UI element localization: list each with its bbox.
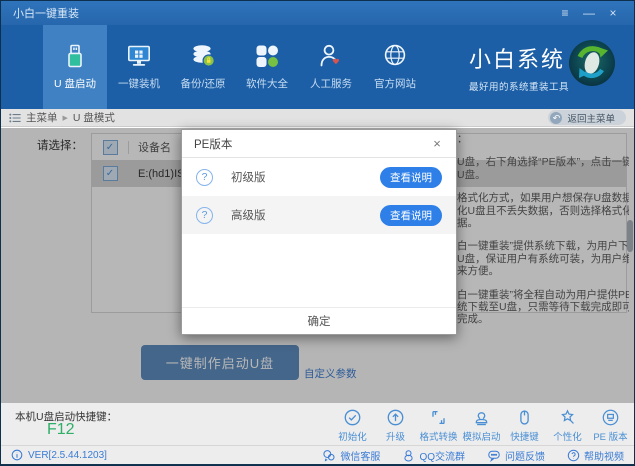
convert-brackets-icon — [429, 408, 448, 427]
pe-option-row-basic[interactable]: ? 初级版 查看说明 — [182, 158, 456, 196]
tool-label: 快捷键 — [510, 432, 539, 443]
nav-item-backup-restore[interactable]: 备份/还原 — [171, 25, 235, 109]
back-to-main-menu-button[interactable]: ↶ 返回主菜单 — [548, 110, 626, 125]
question-icon: ? — [196, 168, 213, 186]
tool-initialize[interactable]: 初始化 — [331, 403, 374, 445]
status-links: 微信客服 QQ交流群 问题反馈 帮助视频 — [322, 448, 624, 463]
status-link-label: 问题反馈 — [505, 451, 545, 463]
brand-logo-icon — [567, 38, 617, 88]
brand-tagline: 最好用的系统重装工具 — [469, 81, 570, 93]
tool-buttons: 初始化 升级 格式转换 模拟启动 快捷键 个性化 PE 版本 — [331, 403, 632, 445]
nav-item-support[interactable]: 人工服务 — [299, 25, 363, 109]
view-info-button[interactable]: 查看说明 — [380, 166, 442, 188]
back-button-label: 返回主菜单 — [567, 113, 615, 125]
question-circle-icon — [567, 449, 580, 462]
stamp-icon — [472, 408, 491, 427]
minimize-icon[interactable]: — — [580, 5, 598, 21]
speech-bubble-icon — [487, 449, 501, 462]
pe-version-dialog: PE版本 × ? 初级版 查看说明 ? 高级版 查看说明 确定 — [181, 129, 457, 335]
window-controls: ≡ — × — [556, 5, 622, 21]
breadcrumb-bar: 主菜单 ▶ U 盘模式 ↶ 返回主菜单 — [1, 109, 634, 127]
status-link-label: 微信客服 — [340, 451, 381, 463]
wechat-service-link[interactable]: 微信客服 — [322, 448, 380, 463]
back-arrow-icon: ↶ — [550, 111, 563, 124]
tool-label: 升级 — [385, 432, 405, 443]
title-bar: 小白一键重装 ≡ — × — [1, 1, 634, 25]
status-link-label: 帮助视频 — [584, 451, 624, 463]
tool-simulate-boot[interactable]: 模拟启动 — [460, 403, 503, 445]
check-circle-icon — [343, 408, 362, 427]
dialog-ok-button[interactable]: 确定 — [182, 307, 456, 334]
nav-item-usb-boot[interactable]: U 盘启动 — [43, 25, 107, 109]
globe-icon — [382, 43, 408, 69]
mouse-icon — [515, 408, 534, 427]
usb-drive-icon — [62, 43, 88, 69]
star-seal-icon — [558, 408, 577, 427]
app-window: 小白一键重装 ≡ — × U 盘启动 一键装机 备份/还原 软件大全 人工服务 … — [0, 0, 635, 466]
question-icon: ? — [196, 206, 213, 224]
status-link-label: QQ交流群 — [419, 451, 465, 463]
brand-area: 小白系统 最好用的系统重装工具 — [469, 25, 569, 109]
feedback-link[interactable]: 问题反馈 — [487, 448, 545, 463]
nav-item-label: U 盘启动 — [54, 78, 96, 90]
nav-item-label: 备份/还原 — [180, 78, 226, 90]
close-icon[interactable]: × — [604, 5, 622, 21]
nav-item-website[interactable]: 官方网站 — [363, 25, 427, 109]
nav-item-label: 人工服务 — [310, 78, 352, 90]
tool-label: 模拟启动 — [462, 432, 501, 443]
menu-icon[interactable]: ≡ — [556, 5, 574, 21]
tool-label: PE 版本 — [593, 432, 628, 443]
bottom-panel: 本机U盘启动快捷键： F12 初始化 升级 格式转换 模拟启动 快捷键 个性化 … — [1, 403, 634, 445]
arrow-up-circle-icon — [386, 408, 405, 427]
nav-item-software[interactable]: 软件大全 — [235, 25, 299, 109]
pe-option-label: 高级版 — [231, 210, 266, 222]
tool-label: 个性化 — [553, 432, 582, 443]
tool-hotkeys[interactable]: 快捷键 — [503, 403, 546, 445]
view-info-button[interactable]: 查看说明 — [380, 204, 442, 226]
nav-item-one-click-install[interactable]: 一键装机 — [107, 25, 171, 109]
tool-format-convert[interactable]: 格式转换 — [417, 403, 460, 445]
list-icon — [9, 113, 21, 123]
monitor-icon — [126, 43, 152, 69]
pe-option-label: 初级版 — [231, 172, 266, 184]
tool-label: 初始化 — [338, 432, 367, 443]
brand-name: 小白系统 — [469, 46, 566, 72]
tool-pe-version[interactable]: PE 版本 — [589, 403, 632, 445]
nav-item-label: 官方网站 — [374, 78, 416, 90]
breadcrumb-current: U 盘模式 — [72, 112, 115, 124]
version-info: VER[2.5.44.1203] — [11, 449, 107, 461]
database-icon — [190, 43, 216, 69]
wechat-icon — [322, 449, 336, 462]
info-icon — [11, 449, 23, 461]
tool-label: 格式转换 — [419, 432, 458, 443]
window-title: 小白一键重装 — [13, 8, 79, 20]
tool-upgrade[interactable]: 升级 — [374, 403, 417, 445]
hotkey-value: F12 — [47, 421, 75, 438]
breadcrumb-root[interactable]: 主菜单 — [26, 110, 58, 125]
person-heart-icon — [318, 43, 344, 69]
help-videos-link[interactable]: 帮助视频 — [567, 448, 624, 463]
dialog-title: PE版本 — [194, 138, 233, 151]
qq-penguin-icon — [402, 449, 415, 462]
status-bar: VER[2.5.44.1203] 微信客服 QQ交流群 问题反馈 帮助视频 — [1, 445, 634, 464]
dialog-header: PE版本 × — [182, 130, 456, 158]
breadcrumb-separator: ▶ — [62, 114, 68, 122]
version-text: VER[2.5.44.1203] — [28, 449, 107, 461]
nav-item-label: 软件大全 — [246, 78, 288, 90]
dialog-close-icon[interactable]: × — [430, 136, 444, 151]
pe-option-row-advanced[interactable]: ? 高级版 查看说明 — [182, 196, 456, 234]
apps-grid-icon — [254, 43, 280, 69]
qq-group-link[interactable]: QQ交流群 — [402, 448, 465, 463]
nav-item-label: 一键装机 — [118, 78, 160, 90]
pe-disc-icon — [601, 408, 620, 427]
tool-personalize[interactable]: 个性化 — [546, 403, 589, 445]
